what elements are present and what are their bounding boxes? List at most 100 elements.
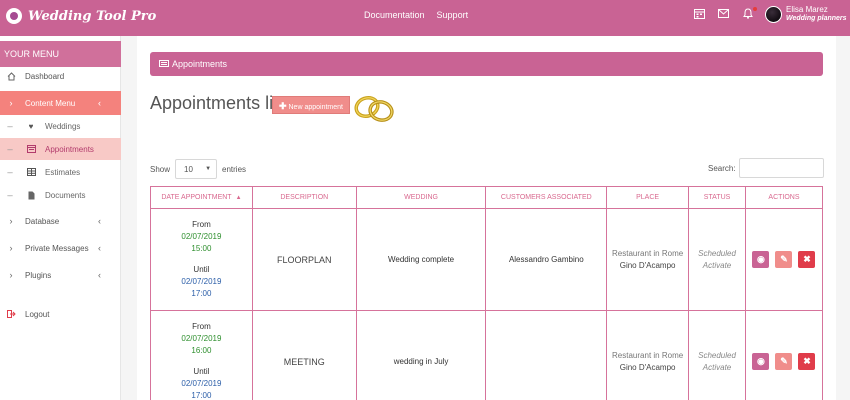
column-header-status[interactable]: STATUS (688, 186, 746, 209)
date-cell: From 02/07/2019 16:00 Until 02/07/2019 1… (150, 310, 253, 400)
eye-icon: ◉ (757, 254, 765, 264)
column-header-date[interactable]: DATE APPOINTMENT ▲ (150, 186, 253, 209)
sidebar-item-label: Content Menu (25, 98, 76, 108)
list-icon (159, 52, 169, 76)
entries-label: entries (222, 164, 247, 174)
sidebar-item-label: Appointments (45, 144, 94, 154)
eye-icon: ◉ (757, 356, 765, 366)
sidebar-item-dashboard[interactable]: Dashboard (0, 65, 121, 87)
delete-button[interactable]: ✖ (798, 353, 816, 370)
brand-logo-icon (6, 8, 22, 24)
plus-icon: ✚ (279, 101, 287, 111)
top-navbar: Wedding Tool Pro Documentation Support E… (0, 0, 850, 36)
sidebar-item-label: Database (25, 216, 60, 226)
customers-cell (485, 310, 608, 400)
document-icon (26, 191, 36, 200)
chevron-right-icon: › (9, 270, 13, 280)
column-header-wedding[interactable]: WEDDING (355, 186, 487, 209)
sidebar-item-private-messages[interactable]: › Private Messages ‹ (0, 237, 121, 259)
user-role: Wedding planners (786, 15, 847, 22)
new-appointment-button[interactable]: ✚ New appointment (272, 96, 350, 114)
sidebar-item-label: Estimates (45, 167, 81, 177)
search-control: Search: (708, 158, 824, 178)
customers-cell: Alessandro Gambino (485, 208, 608, 311)
search-input[interactable] (738, 158, 824, 178)
app-title: Wedding Tool Pro (28, 8, 157, 24)
chevron-right-icon: › (9, 243, 13, 253)
main-panel: Appointments Appointments list ✚ New app… (137, 36, 836, 400)
top-icons (693, 7, 757, 19)
sidebar-item-label: Documents (45, 190, 86, 200)
page-title: Appointments list (150, 93, 288, 113)
edit-button[interactable]: ✎ (775, 353, 793, 370)
notification-dot (753, 7, 757, 11)
breadcrumb: Appointments (150, 52, 823, 76)
table-header-row: DATE APPOINTMENT ▲ DESCRIPTION WEDDING CU… (150, 186, 824, 209)
sidebar-item-content-menu[interactable]: › Content Menu ‹ (0, 91, 121, 115)
chevron-left-icon: ‹ (98, 98, 101, 108)
nav-support-link[interactable]: Support (437, 10, 469, 20)
page-size-select[interactable]: 10 ▼ (175, 159, 218, 179)
chevron-down-icon: ▼ (205, 166, 212, 172)
search-label: Search: (708, 163, 736, 173)
mail-icon[interactable] (717, 7, 730, 19)
top-nav: Documentation Support (364, 10, 468, 20)
pencil-icon: ✎ (780, 356, 788, 366)
status-cell: Scheduled Activate (688, 310, 746, 400)
table-row: From 02/07/2019 16:00 Until 02/07/2019 1… (150, 310, 824, 400)
brand[interactable]: Wedding Tool Pro (6, 3, 156, 29)
column-header-description[interactable]: DESCRIPTION (251, 186, 357, 209)
sidebar-item-appointments[interactable]: --- Appointments (0, 138, 121, 160)
sidebar-item-plugins[interactable]: › Plugins ‹ (0, 264, 121, 286)
sidebar-item-label: Plugins (25, 270, 52, 280)
calendar-icon (26, 145, 36, 153)
wedding-cell: Wedding complete (355, 208, 487, 311)
date-cell: From 02/07/2019 15:00 Until 02/07/2019 1… (150, 208, 253, 311)
sidebar-item-weddings[interactable]: --- ♥ Weddings (0, 115, 121, 137)
column-header-place[interactable]: PLACE (606, 186, 690, 209)
place-cell: Restaurant in Rome Gino D'Acampo (606, 310, 690, 400)
view-button[interactable]: ◉ (752, 353, 770, 370)
chevron-right-icon: › (9, 98, 13, 108)
column-header-actions: ACTIONS (744, 186, 824, 209)
sidebar-item-database[interactable]: › Database ‹ (0, 210, 121, 232)
nav-documentation-link[interactable]: Documentation (364, 10, 425, 20)
wedding-cell: wedding in July (355, 310, 487, 400)
view-button[interactable]: ◉ (752, 251, 770, 268)
wedding-rings-icon (354, 95, 394, 122)
home-icon (6, 71, 16, 81)
bell-icon[interactable] (741, 7, 757, 19)
appointments-table: DATE APPOINTMENT ▲ DESCRIPTION WEDDING CU… (150, 186, 824, 400)
column-header-customers[interactable]: CUSTOMERS ASSOCIATED (485, 186, 608, 209)
sidebar-item-label: Private Messages (25, 243, 89, 253)
description-cell: FLOORPLAN (251, 208, 357, 311)
description-cell: MEETING (251, 310, 357, 400)
sidebar-item-label: Dashboard (25, 71, 65, 81)
breadcrumb-label: Appointments (172, 59, 228, 69)
delete-button[interactable]: ✖ (798, 251, 816, 268)
sidebar-item-label: Logout (25, 309, 50, 319)
user-menu[interactable]: Elisa Marez Wedding planners (765, 5, 847, 23)
sidebar-item-label: Weddings (45, 121, 81, 131)
status-cell: Scheduled Activate (688, 208, 746, 311)
close-icon: ✖ (803, 356, 811, 366)
chevron-left-icon: ‹ (98, 216, 101, 226)
user-name: Elisa Marez (786, 5, 828, 14)
place-cell: Restaurant in Rome Gino D'Acampo (606, 208, 690, 311)
calendar-icon[interactable] (693, 7, 706, 19)
actions-cell: ◉ ✎ ✖ (744, 310, 824, 400)
sidebar-item-estimates[interactable]: --- Estimates (0, 161, 121, 183)
chevron-left-icon: ‹ (98, 270, 101, 280)
sidebar-item-logout[interactable]: Logout (0, 303, 121, 325)
close-icon: ✖ (803, 254, 811, 264)
sidebar-item-documents[interactable]: --- Documents (0, 184, 121, 206)
table-icon (26, 168, 36, 176)
table-row: From 02/07/2019 15:00 Until 02/07/2019 1… (150, 208, 824, 311)
sidebar: YOUR MENU Dashboard › Content Menu ‹ ---… (0, 36, 121, 400)
pencil-icon: ✎ (780, 254, 788, 264)
sort-asc-icon: ▲ (235, 195, 242, 201)
actions-cell: ◉ ✎ ✖ (744, 208, 824, 311)
edit-button[interactable]: ✎ (775, 251, 793, 268)
chevron-left-icon: ‹ (98, 243, 101, 253)
chevron-right-icon: › (9, 216, 13, 226)
